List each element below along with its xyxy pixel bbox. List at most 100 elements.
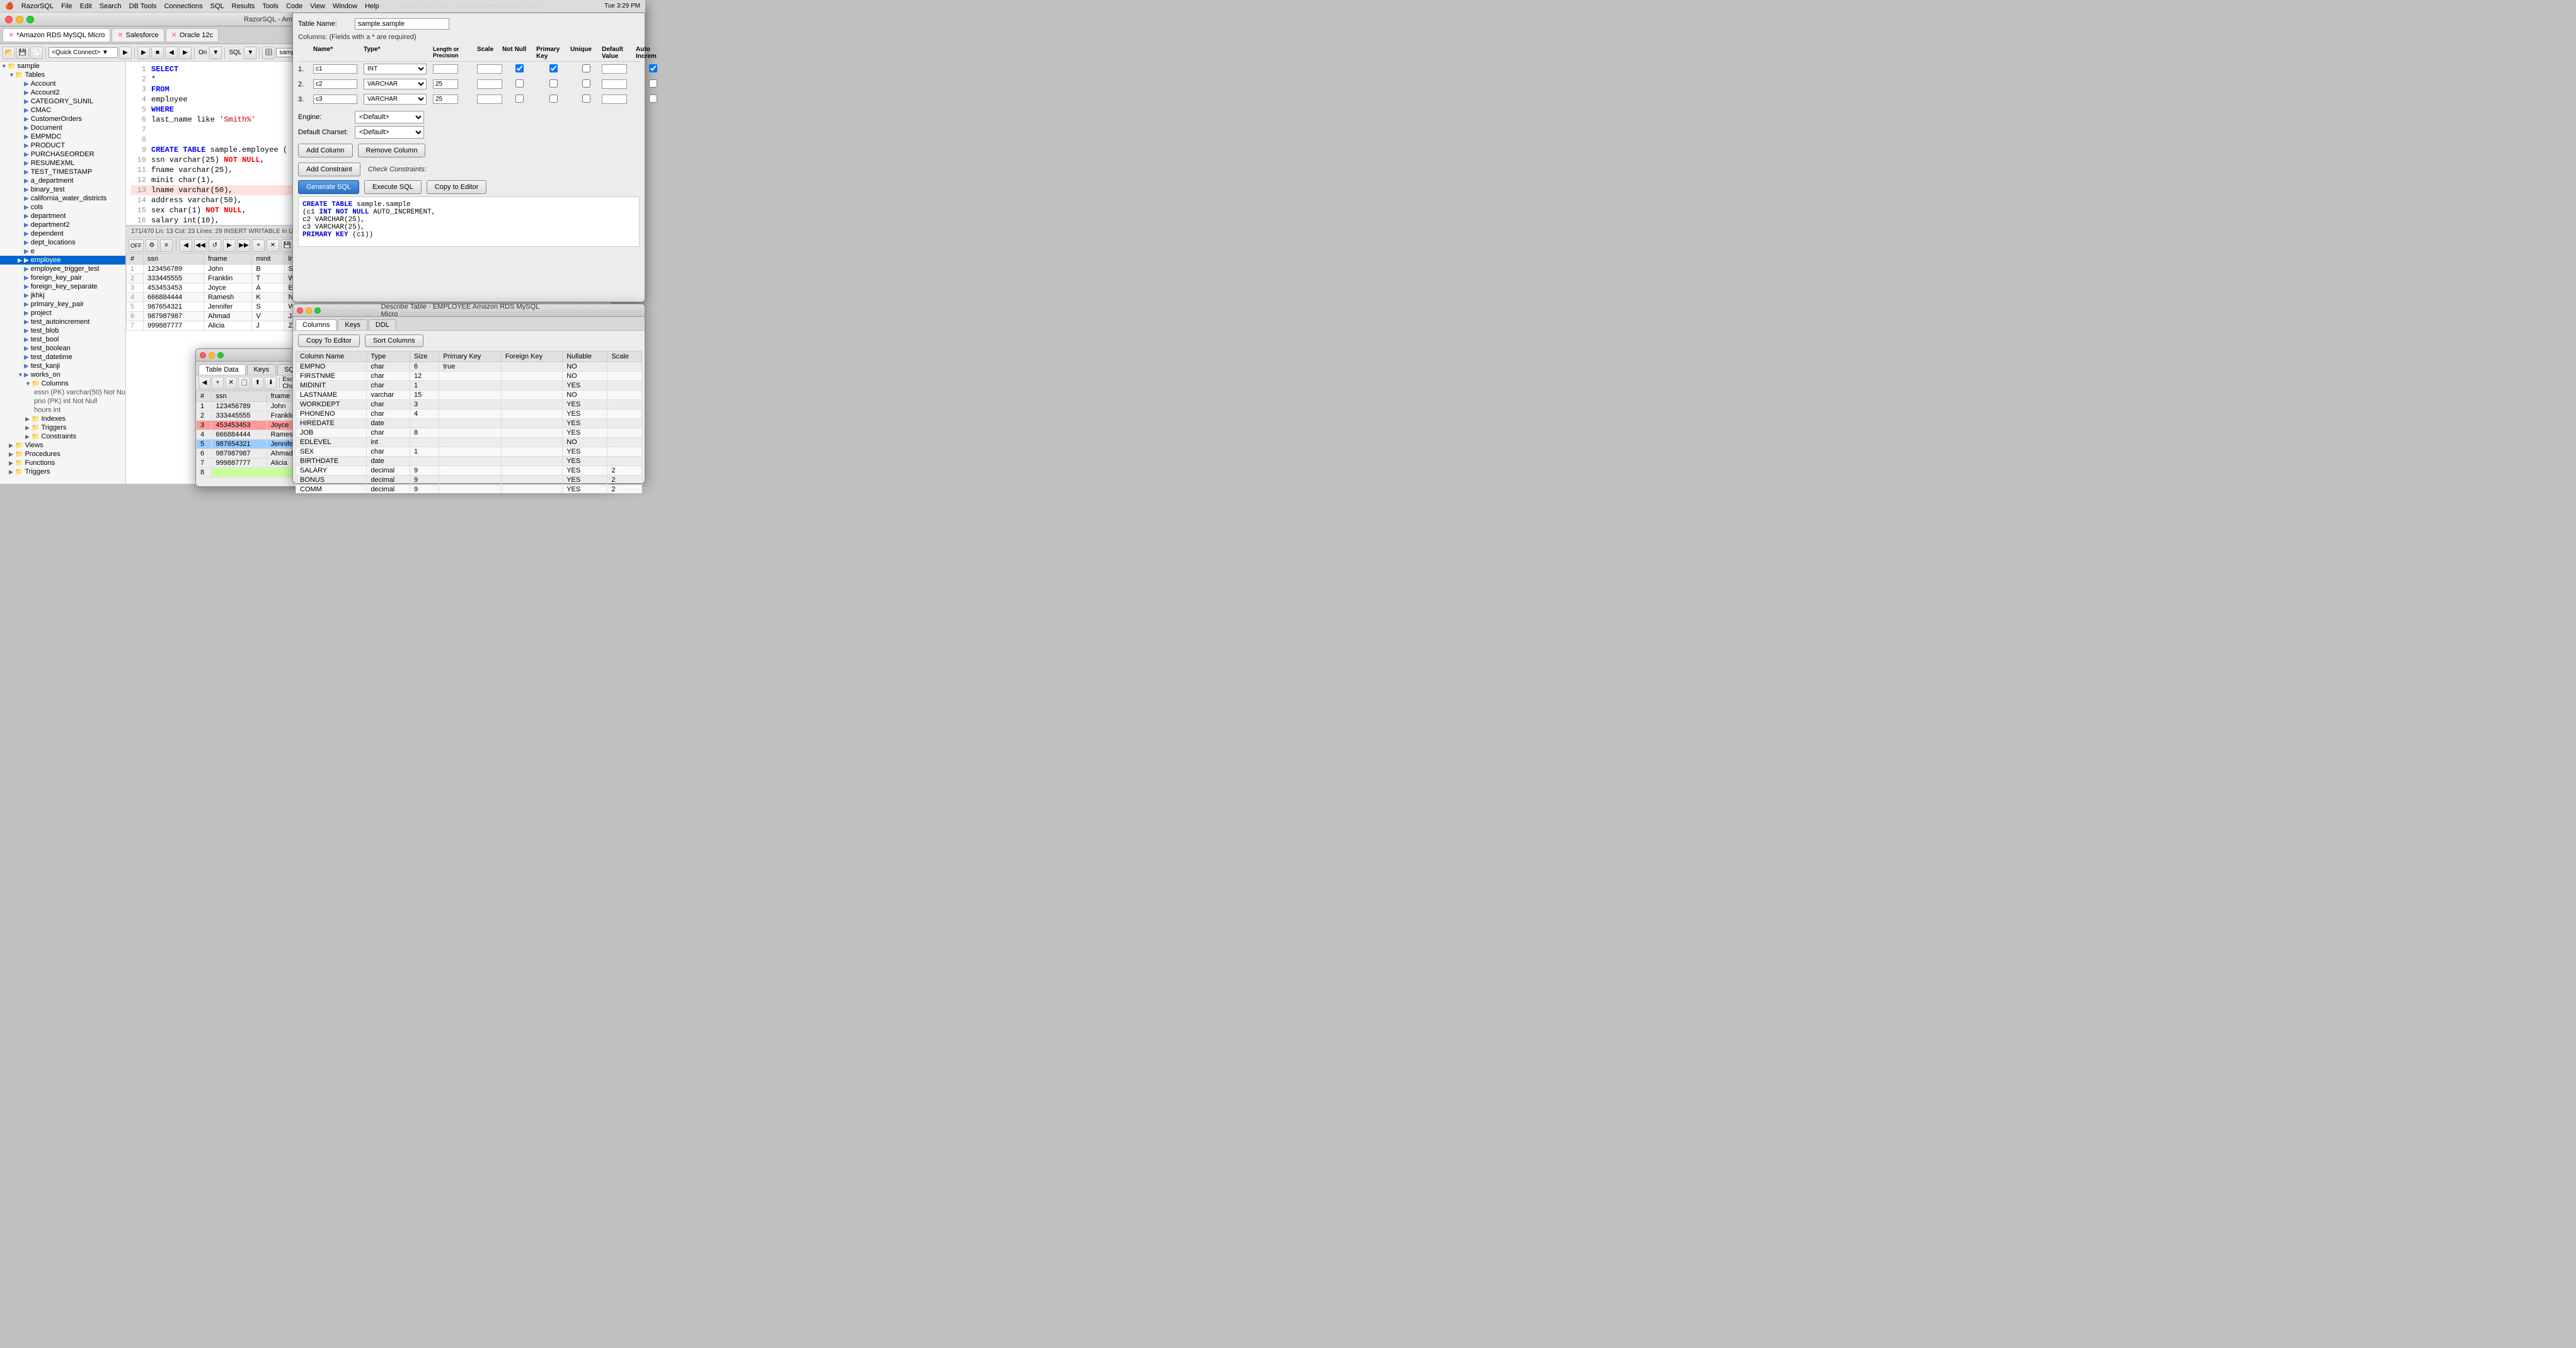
tb-r6[interactable]: +: [252, 239, 265, 252]
tree-dependent[interactable]: ▶dependent: [0, 229, 125, 238]
tree-test-timestamp[interactable]: ▶TEST_TIMESTAMP: [0, 168, 125, 176]
list-item[interactable]: HIREDATE date YES: [296, 419, 642, 428]
tb-filter[interactable]: ⚙: [146, 239, 158, 252]
list-item[interactable]: BONUS decimal 9 YES 2: [296, 476, 642, 485]
tab-salesforce[interactable]: ✕ Salesforce: [112, 28, 164, 42]
copy-to-editor-button[interactable]: Copy to Editor: [427, 180, 487, 194]
menu-window[interactable]: Window: [333, 3, 357, 10]
tree-purchaseorder[interactable]: ▶PURCHASEORDER: [0, 150, 125, 159]
list-item[interactable]: MIDINIT char 1 YES: [296, 381, 642, 391]
tb-sql-dd[interactable]: ▼: [244, 47, 256, 59]
col-minit[interactable]: minit: [252, 254, 284, 265]
tree-test-blob[interactable]: ▶test_blob: [0, 326, 125, 335]
menu-results[interactable]: Results: [232, 3, 255, 10]
close-button[interactable]: [5, 16, 13, 23]
et-tb6[interactable]: ⬇: [265, 377, 277, 389]
tree-a-department[interactable]: ▶a_department: [0, 176, 125, 185]
tree-account[interactable]: ▶Account: [0, 79, 125, 88]
tree-product[interactable]: ▶PRODUCT: [0, 141, 125, 150]
tb-next[interactable]: ▶: [179, 47, 192, 59]
ct-col3-scale[interactable]: [477, 94, 502, 104]
tree-columns-folder[interactable]: ▼📁Columns: [0, 379, 125, 388]
tb-db[interactable]: 🗄: [262, 47, 275, 59]
tree-test-auto[interactable]: ▶test_autoincrement: [0, 317, 125, 326]
col-ssn[interactable]: ssn: [144, 254, 204, 265]
menu-sql[interactable]: SQL: [210, 3, 224, 10]
tree-root-sample[interactable]: ▼ 📁 sample: [0, 62, 125, 71]
tree-triggers-child[interactable]: ▶📁Triggers: [0, 423, 125, 432]
tree-tables[interactable]: ▼ 📁 Tables: [0, 71, 125, 79]
ct-col1-unique[interactable]: [582, 64, 590, 72]
ct-col2-auto[interactable]: [649, 79, 657, 88]
list-item[interactable]: SALARY decimal 9 YES 2: [296, 466, 642, 476]
tb-r2[interactable]: ◀◀: [194, 239, 207, 252]
ct-col3-name[interactable]: [313, 94, 357, 104]
list-item[interactable]: BIRTHDATE date YES: [296, 457, 642, 466]
minimize-button[interactable]: [16, 16, 23, 23]
list-item[interactable]: JOB char 8 YES: [296, 428, 642, 438]
ct-col3-type[interactable]: VARCHAR: [364, 94, 427, 105]
ct-col1-notnull[interactable]: [515, 64, 524, 72]
tree-category[interactable]: ▶CATEGORY_SUNIL: [0, 97, 125, 106]
execute-sql-button[interactable]: Execute SQL: [364, 180, 422, 194]
menu-razorsql[interactable]: RazorSQL: [21, 3, 54, 10]
tree-test-datetime[interactable]: ▶test_datetime: [0, 353, 125, 362]
tab-table-data[interactable]: Table Data: [198, 364, 246, 375]
ct-col3-notnull[interactable]: [515, 94, 524, 103]
ct-col1-auto[interactable]: [649, 64, 657, 72]
ct-engine-select[interactable]: <Default>: [355, 111, 424, 123]
ct-col1-name[interactable]: [313, 64, 357, 74]
tree-indexes[interactable]: ▶📁Indexes: [0, 414, 125, 423]
desc-max[interactable]: [314, 307, 321, 314]
quick-connect-dropdown[interactable]: <Quick Connect> ▼: [49, 47, 118, 58]
list-item[interactable]: WORKDEPT char 3 YES: [296, 400, 642, 409]
desc-tab-columns[interactable]: Columns: [296, 319, 336, 330]
ct-col1-type[interactable]: INT: [364, 64, 427, 74]
tree-cmac[interactable]: ▶CMAC: [0, 106, 125, 115]
menu-view[interactable]: View: [310, 3, 325, 10]
list-item[interactable]: LASTNAME varchar 15 NO: [296, 391, 642, 400]
tree-jkhkj[interactable]: ▶jkhkj: [0, 291, 125, 300]
ct-col3-pk[interactable]: [549, 94, 558, 103]
tb-open[interactable]: 📂: [3, 47, 15, 59]
tree-california[interactable]: ▶california_water_districts: [0, 194, 125, 203]
ct-col2-pk[interactable]: [549, 79, 558, 88]
tree-employee-trigger[interactable]: ▶employee_trigger_test: [0, 265, 125, 273]
tab-keys[interactable]: Keys: [247, 364, 276, 375]
menu-edit[interactable]: Edit: [80, 3, 92, 10]
tree-test-boolean[interactable]: ▶test_boolean: [0, 344, 125, 353]
ct-col2-scale[interactable]: [477, 79, 502, 89]
ct-col2-default[interactable]: [602, 79, 627, 89]
tree-department[interactable]: ▶department: [0, 212, 125, 220]
tb-prev[interactable]: ◀: [165, 47, 178, 59]
tree-test-bool[interactable]: ▶test_bool: [0, 335, 125, 344]
menu-search[interactable]: Search: [100, 3, 122, 10]
ct-table-name-input[interactable]: [355, 18, 449, 30]
desc-close[interactable]: [297, 307, 303, 314]
tree-col-hours[interactable]: hours int: [0, 406, 125, 414]
ct-col1-length[interactable]: [433, 64, 458, 74]
menu-tools[interactable]: Tools: [262, 3, 279, 10]
tree-fkp[interactable]: ▶foreign_key_pair: [0, 273, 125, 282]
tree-col-essn[interactable]: essn (PK) varchar(50) Not Null: [0, 388, 125, 397]
copy-to-editor-desc-btn[interactable]: Copy To Editor: [298, 334, 360, 347]
tree-binary-test[interactable]: ▶binary_test: [0, 185, 125, 194]
desc-tab-keys[interactable]: Keys: [338, 319, 367, 330]
tree-constraints[interactable]: ▶📁Constraints: [0, 432, 125, 441]
tree-functions[interactable]: ▶📁Functions: [0, 459, 125, 467]
tb-run[interactable]: ▶: [137, 47, 150, 59]
tree-procedures[interactable]: ▶📁Procedures: [0, 450, 125, 459]
tree-cols[interactable]: ▶cols: [0, 203, 125, 212]
desc-min[interactable]: [306, 307, 312, 314]
tb-save[interactable]: 💾: [16, 47, 29, 59]
list-item[interactable]: PHONENO char 4 YES: [296, 409, 642, 419]
menu-help[interactable]: Help: [365, 3, 379, 10]
ct-col1-pk[interactable]: [549, 64, 558, 72]
tb-r3[interactable]: ↺: [209, 239, 221, 252]
win-min[interactable]: [209, 352, 215, 358]
tb-r8[interactable]: 💾: [281, 239, 294, 252]
ct-col2-unique[interactable]: [582, 79, 590, 88]
ct-col1-default[interactable]: [602, 64, 627, 74]
et-tb5[interactable]: ⬆: [251, 377, 263, 389]
win-close[interactable]: [200, 352, 206, 358]
